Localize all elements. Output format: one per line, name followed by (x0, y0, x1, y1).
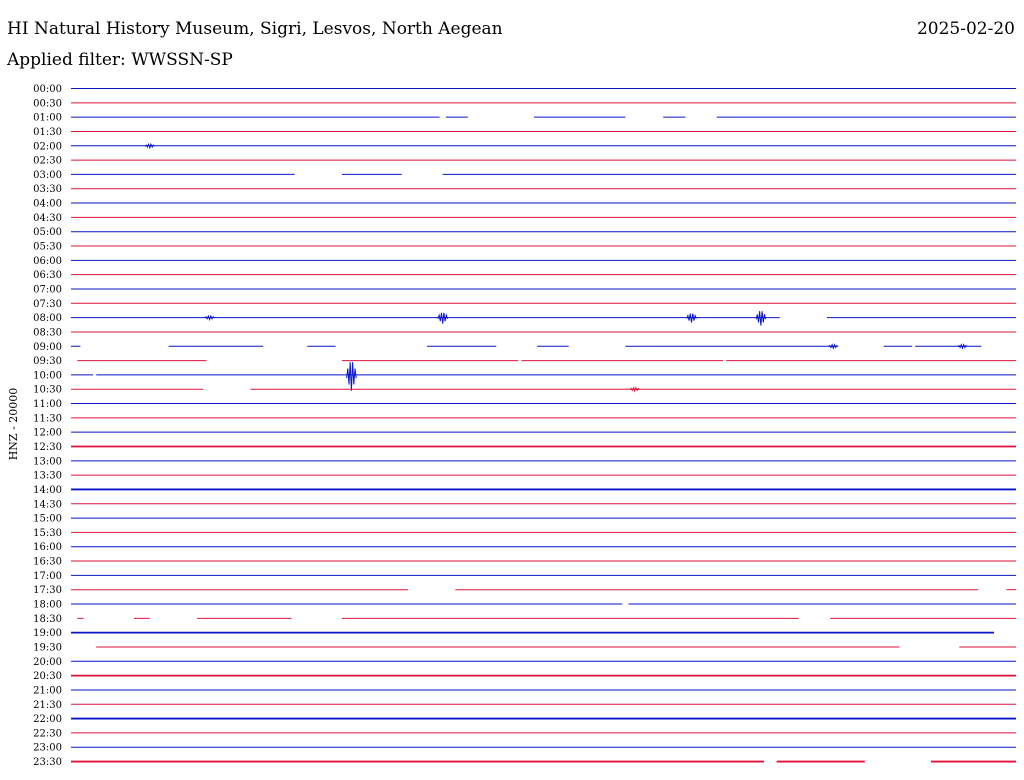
row-label-0400: 04:00 (33, 199, 62, 210)
row-label-1900: 19:00 (33, 628, 62, 639)
event-0800-1 (437, 312, 448, 324)
row-label-1630: 16:30 (33, 557, 62, 568)
helicorder-plot: HNZ - 20000 00:00 00:30 01:00 01:30 02:00 02:… (7, 84, 1016, 768)
row-label-0730: 07:30 (33, 299, 62, 310)
row-label-2330: 23:30 (33, 757, 62, 768)
row-label-1930: 19:30 (33, 642, 62, 653)
row-label-1030: 10:30 (33, 385, 62, 396)
row-label-0900: 09:00 (33, 342, 62, 353)
row-label-1600: 16:00 (33, 542, 62, 553)
time-row-labels: 00:00 00:30 01:00 01:30 02:00 02:30 03:00 03:30… (33, 84, 62, 768)
row-label-0000: 00:00 (33, 84, 62, 95)
event-1000-0 (346, 362, 357, 391)
row-label-2200: 22:00 (33, 714, 62, 725)
row-label-2000: 20:00 (33, 657, 62, 668)
seismic-traces (71, 88, 1016, 763)
row-label-0230: 02:30 (33, 156, 62, 167)
row-label-0300: 03:00 (33, 170, 62, 181)
row-label-1330: 13:30 (33, 471, 62, 482)
row-label-0130: 01:30 (33, 127, 62, 138)
row-label-1730: 17:30 (33, 585, 62, 596)
row-label-0800: 08:00 (33, 313, 62, 324)
row-label-0030: 00:30 (33, 98, 62, 109)
row-label-0700: 07:00 (33, 284, 62, 295)
row-label-0100: 01:00 (33, 113, 62, 124)
row-label-1130: 11:30 (33, 413, 62, 424)
row-label-0530: 05:30 (33, 242, 62, 253)
row-label-0630: 06:30 (33, 270, 62, 281)
row-label-1400: 14:00 (33, 485, 62, 496)
row-label-0930: 09:30 (33, 356, 62, 367)
row-label-2030: 20:30 (33, 671, 62, 682)
row-label-0830: 08:30 (33, 327, 62, 338)
row-label-2300: 23:00 (33, 743, 62, 754)
row-label-1800: 18:00 (33, 600, 62, 611)
row-label-1230: 12:30 (33, 442, 62, 453)
row-label-0330: 03:30 (33, 184, 62, 195)
row-label-1000: 10:00 (33, 370, 62, 381)
row-label-1300: 13:00 (33, 456, 62, 467)
row-label-1430: 14:30 (33, 499, 62, 510)
row-label-1830: 18:30 (33, 614, 62, 625)
row-label-1700: 17:00 (33, 571, 62, 582)
row-label-0600: 06:00 (33, 256, 62, 267)
row-label-0200: 02:00 (33, 141, 62, 152)
row-label-1500: 15:00 (33, 514, 62, 525)
row-label-1530: 15:30 (33, 528, 62, 539)
row-label-1200: 12:00 (33, 428, 62, 439)
y-axis-label: HNZ - 20000 (7, 388, 20, 461)
row-label-2130: 21:30 (33, 700, 62, 711)
row-label-0500: 05:00 (33, 227, 62, 238)
event-0800-3 (755, 311, 767, 326)
row-label-2100: 21:00 (33, 685, 62, 696)
row-label-2230: 22:30 (33, 728, 62, 739)
row-label-0430: 04:30 (33, 213, 62, 224)
row-label-1100: 11:00 (33, 399, 62, 410)
